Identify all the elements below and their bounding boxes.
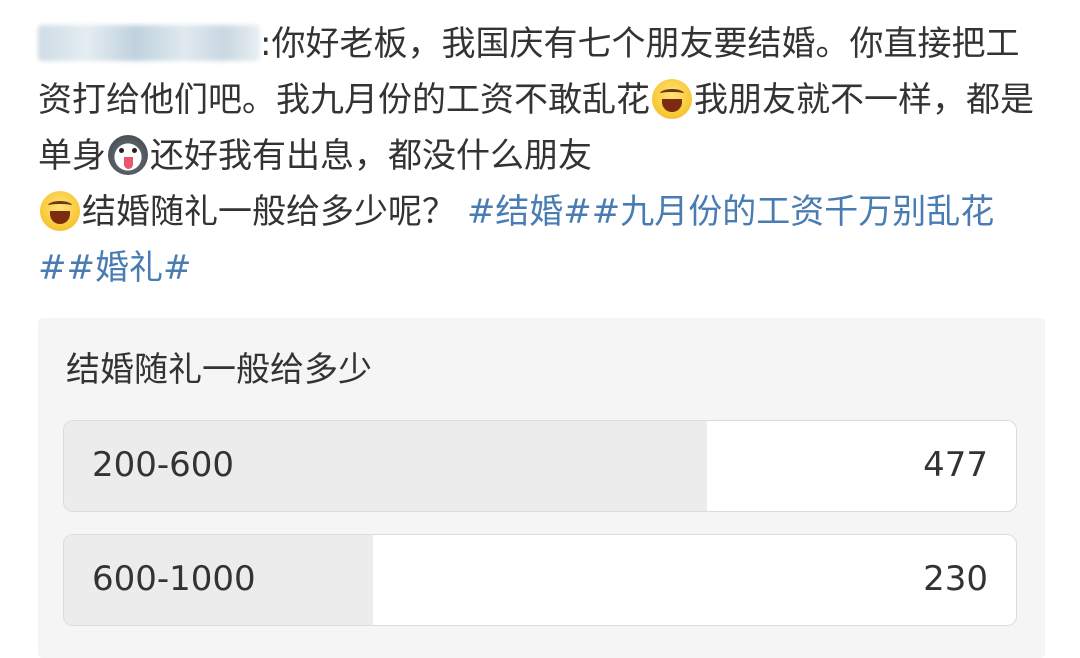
dog-emoji-icon [108, 135, 148, 175]
poll-option[interactable]: 600-1000 230 [63, 534, 1017, 626]
poll-option-label: 600-1000 [92, 559, 256, 599]
poll-card: 结婚随礼一般给多少 200-600 477 600-1000 230 [38, 318, 1045, 658]
post-text-segment: 结婚随礼一般给多少呢？ [82, 192, 456, 232]
laughing-emoji-icon [40, 191, 80, 231]
laughing-crying-emoji-icon [652, 79, 692, 119]
poll-option[interactable]: 200-600 477 [63, 420, 1017, 512]
post-text-segment: 还好我有出息，都没什么朋友 [150, 136, 592, 176]
poll-title: 结婚随礼一般给多少 [66, 350, 372, 390]
hashtag-link[interactable]: #结婚# [467, 192, 592, 232]
poll-option-count: 477 [923, 445, 988, 485]
post-text: :你好老板，我国庆有七个朋友要结婚。你直接把工资打给他们吧。我九月份的工资不敢乱… [38, 16, 1048, 296]
poll-option-label: 200-600 [92, 445, 235, 485]
poll-option-count: 230 [923, 559, 988, 599]
username-blurred[interactable] [38, 25, 260, 61]
hashtag-link[interactable]: #婚礼# [67, 248, 192, 288]
